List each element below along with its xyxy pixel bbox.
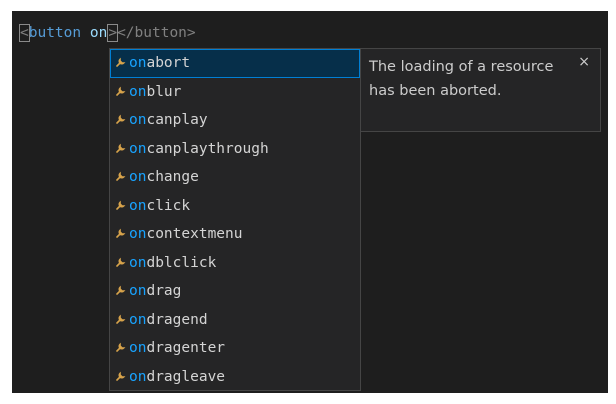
suggestion-match: on <box>129 368 147 385</box>
suggestion-item[interactable]: onclick <box>110 192 360 221</box>
suggestion-label: blur <box>146 83 182 100</box>
suggestion-match: on <box>129 340 147 356</box>
suggestion-label: change <box>146 169 199 185</box>
suggestion-item[interactable]: ondragenter <box>110 334 360 363</box>
suggestion-match: on <box>129 55 147 71</box>
suggestion-match: on <box>129 311 147 328</box>
suggestion-details: The loading of a resource has been abort… <box>361 48 601 132</box>
typed-attribute: on <box>89 25 108 41</box>
property-wrench-icon <box>116 200 126 210</box>
property-wrench-icon <box>116 342 126 352</box>
suggestion-match: on <box>129 169 147 185</box>
suggestion-label: abort <box>146 55 191 71</box>
suggestion-list[interactable]: onabort onblur oncanplay oncanplaythrough on… <box>109 48 361 391</box>
suggestion-label: contextmenu <box>146 226 243 242</box>
suggestion-match: on <box>129 197 147 214</box>
property-wrench-icon <box>116 371 126 381</box>
property-wrench-icon <box>116 143 126 153</box>
suggestion-label: dblclick <box>146 254 217 271</box>
suggestion-label: dragleave <box>146 368 226 385</box>
suggestion-item[interactable]: onblur <box>110 78 360 107</box>
suggestion-label: dragenter <box>146 340 226 356</box>
property-wrench-icon <box>116 171 126 181</box>
close-bracket: > <box>107 24 119 42</box>
suggestion-item[interactable]: ondrag <box>110 277 360 306</box>
property-wrench-icon <box>116 86 126 96</box>
suggestion-item[interactable]: oncanplay <box>110 106 360 135</box>
suggestion-item[interactable]: oncontextmenu <box>110 220 360 249</box>
code-line[interactable]: <button on></button> <box>19 22 196 44</box>
suggestion-item[interactable]: ondragleave <box>110 363 360 392</box>
tag-name: button <box>28 25 82 41</box>
suggestion-match: on <box>129 254 147 271</box>
suggestion-label: drag <box>146 283 182 299</box>
suggestion-label: dragend <box>146 311 208 328</box>
suggestion-item[interactable]: oncanplaythrough <box>110 135 360 164</box>
code-editor[interactable]: <button on></button> onabort onblur oncanp… <box>12 11 608 393</box>
property-wrench-icon <box>116 314 126 324</box>
close-icon[interactable]: × <box>578 53 590 71</box>
suggestion-label: canplay <box>146 112 208 128</box>
suggestion-match: on <box>129 226 147 242</box>
closing-tag: </button> <box>117 25 196 41</box>
suggestion-match: on <box>129 283 147 299</box>
property-wrench-icon <box>116 257 126 267</box>
suggestion-item[interactable]: ondragend <box>110 306 360 335</box>
suggestion-match: on <box>129 83 147 100</box>
suggestion-match: on <box>129 112 147 128</box>
suggestion-item[interactable]: onabort <box>110 49 360 78</box>
suggestion-item[interactable]: ondblclick <box>110 249 360 278</box>
suggestion-label: canplaythrough <box>146 140 269 157</box>
details-text: The loading of a resource has been abort… <box>369 59 554 99</box>
property-wrench-icon <box>116 228 126 238</box>
open-bracket: < <box>19 24 30 42</box>
property-wrench-icon <box>116 57 126 67</box>
property-wrench-icon <box>116 114 126 124</box>
suggestion-match: on <box>129 140 147 157</box>
suggestion-label: click <box>146 197 191 214</box>
suggestion-item[interactable]: onchange <box>110 163 360 192</box>
property-wrench-icon <box>116 285 126 295</box>
